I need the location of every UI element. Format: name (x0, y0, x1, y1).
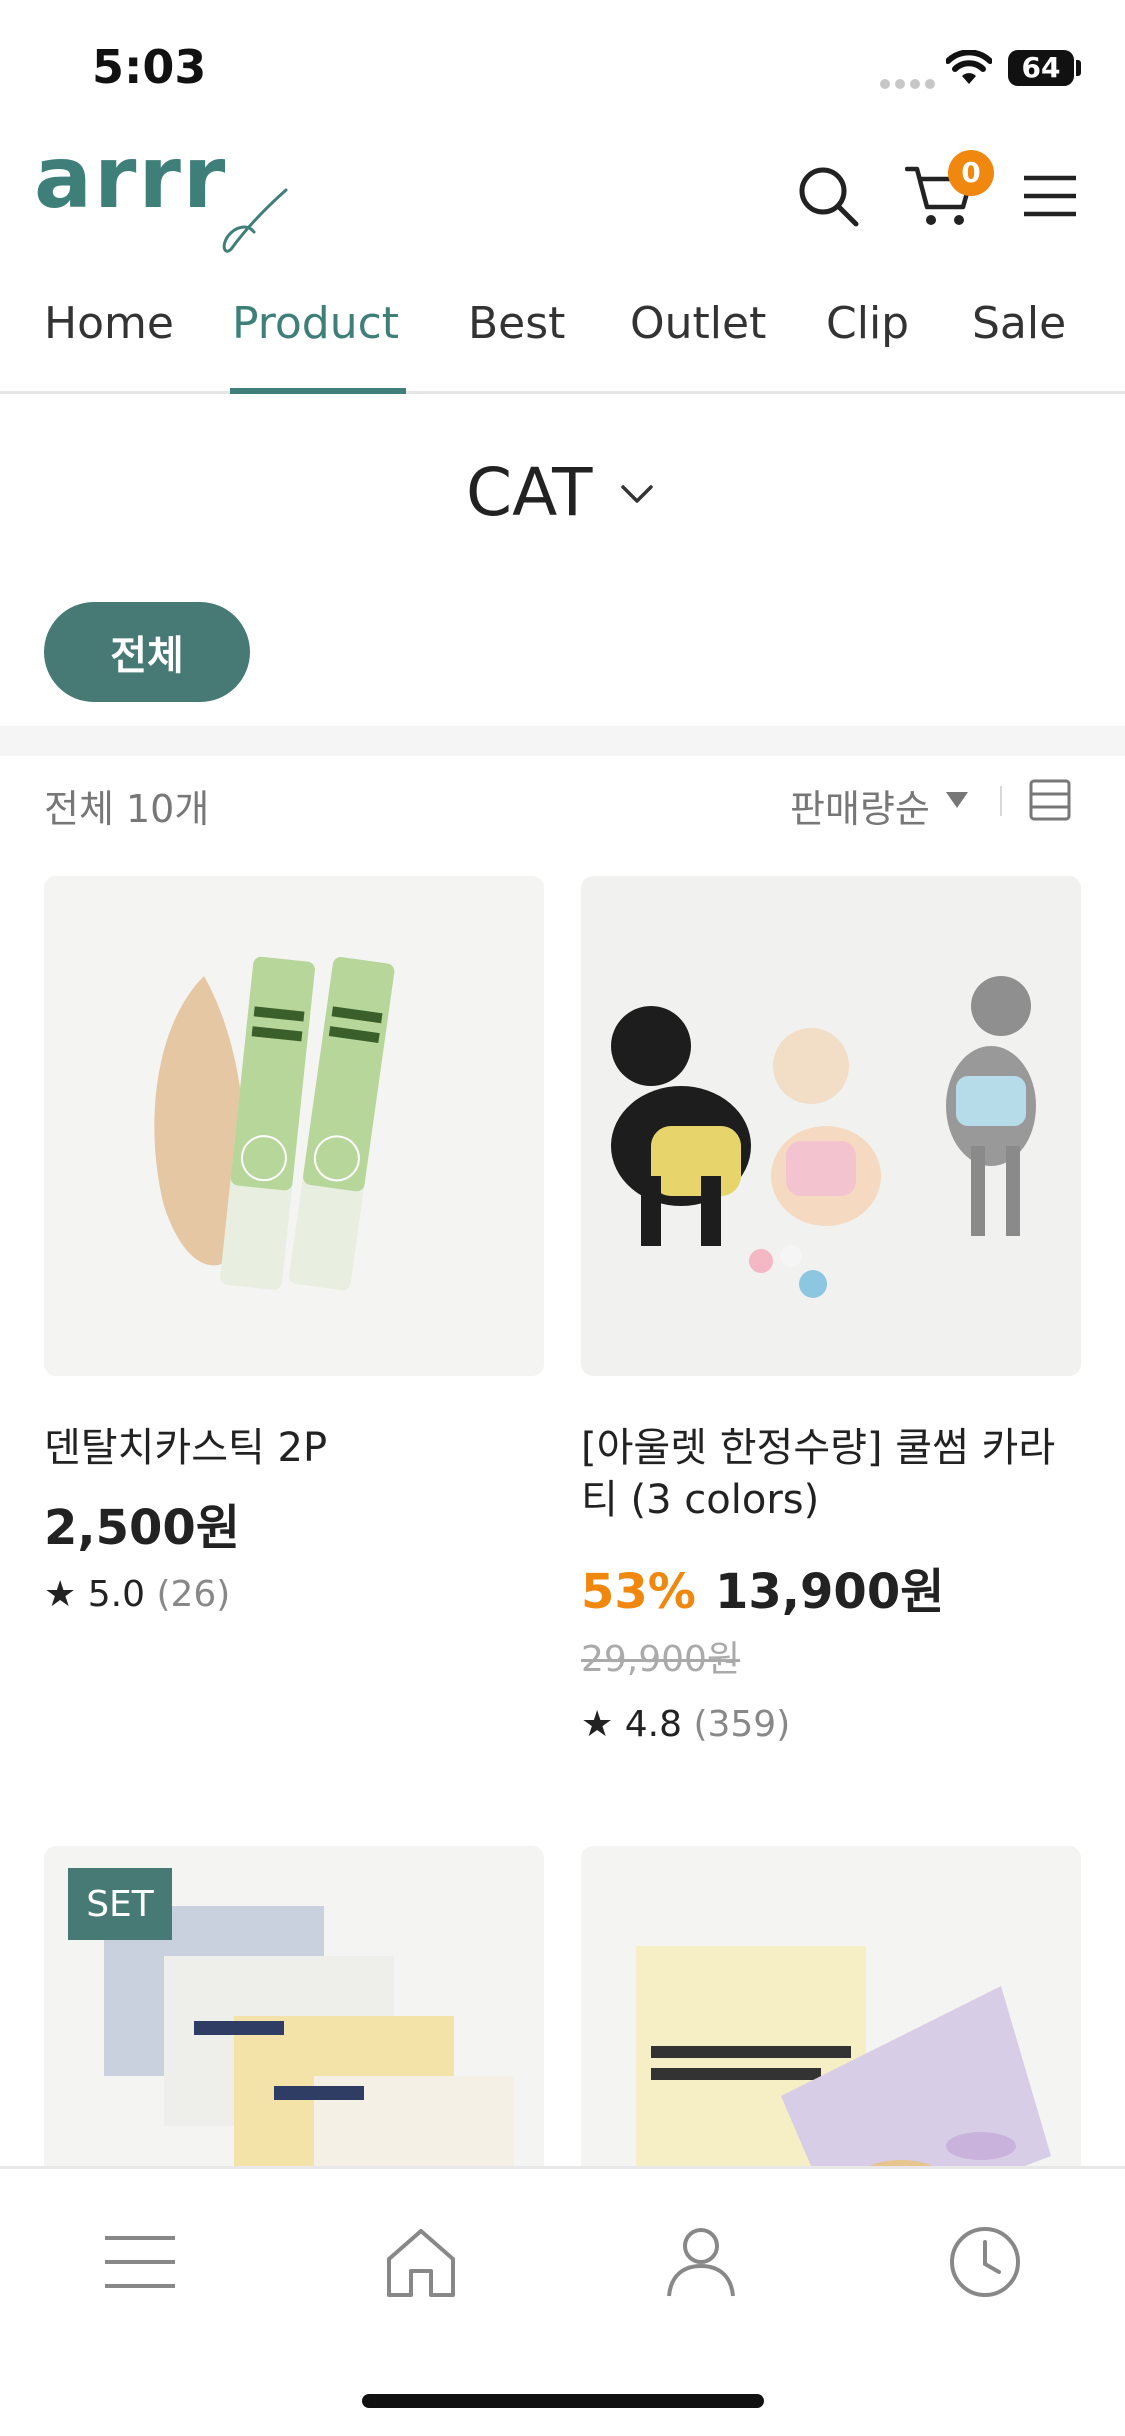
battery-icon (1076, 60, 1081, 76)
product-image[interactable] (44, 876, 544, 1376)
rating-value: 4.8 (624, 1704, 682, 1745)
category-title[interactable]: CAT (466, 454, 592, 531)
home-icon[interactable] (376, 2217, 466, 2307)
menu-icon[interactable] (95, 2217, 185, 2307)
product-name[interactable]: 덴탈치카스틱 2P (44, 1422, 544, 1474)
chevron-down-icon[interactable] (620, 484, 654, 510)
product-image[interactable] (581, 876, 1081, 1376)
logo-swoosh-icon (218, 186, 290, 260)
tab-best[interactable]: Best (468, 298, 565, 349)
tab-outlet[interactable]: Outlet (630, 298, 766, 349)
wifi-icon (945, 49, 993, 90)
tab-clip[interactable]: Clip (826, 298, 909, 349)
sort-select[interactable]: 판매량순 (790, 778, 930, 833)
tab-sale[interactable]: Sale (972, 298, 1066, 349)
logo[interactable]: arrr (34, 135, 227, 221)
search-icon[interactable] (788, 156, 868, 236)
user-icon[interactable] (656, 2217, 746, 2307)
original-price: 29,900원 (581, 1639, 741, 1680)
cart-count-badge: 0 (948, 150, 994, 196)
home-indicator (362, 2394, 764, 2408)
product-price: 2,500원 (44, 1500, 240, 1556)
review-count: (359) (693, 1704, 791, 1745)
set-badge: SET (68, 1868, 172, 1940)
signal-icon (880, 74, 940, 93)
discount-rate: 53% (581, 1564, 696, 1620)
filter-chip-all[interactable]: 전체 (44, 602, 250, 702)
review-count: (26) (156, 1574, 231, 1615)
rating-value: 5.0 (87, 1574, 145, 1615)
divider (1000, 786, 1002, 816)
caret-down-icon[interactable] (944, 790, 970, 814)
battery-level: 64 (1008, 50, 1074, 86)
main-nav: Home Product Best Outlet Clip Sale (0, 268, 1125, 394)
menu-icon[interactable] (1010, 156, 1090, 236)
star-icon: ★ (581, 1704, 614, 1745)
product-rating: ★ 4.8 (359) (581, 1704, 790, 1745)
product-count: 전체 10개 (44, 787, 210, 831)
section-divider (0, 726, 1125, 756)
tab-product[interactable]: Product (232, 298, 399, 349)
price-row: 53% 13,900원 (581, 1552, 944, 1622)
status-time: 5:03 (92, 40, 207, 94)
active-tab-indicator (230, 388, 406, 394)
product-rating: ★ 5.0 (26) (44, 1574, 230, 1615)
clock-icon[interactable] (940, 2217, 1030, 2307)
tab-home[interactable]: Home (44, 298, 174, 349)
list-view-icon[interactable] (1028, 778, 1072, 826)
product-price: 13,900원 (714, 1564, 945, 1620)
product-name[interactable]: [아울렛 한정수량] 쿨썸 카라티 (3 colors) (581, 1422, 1061, 1526)
star-icon: ★ (44, 1574, 77, 1615)
